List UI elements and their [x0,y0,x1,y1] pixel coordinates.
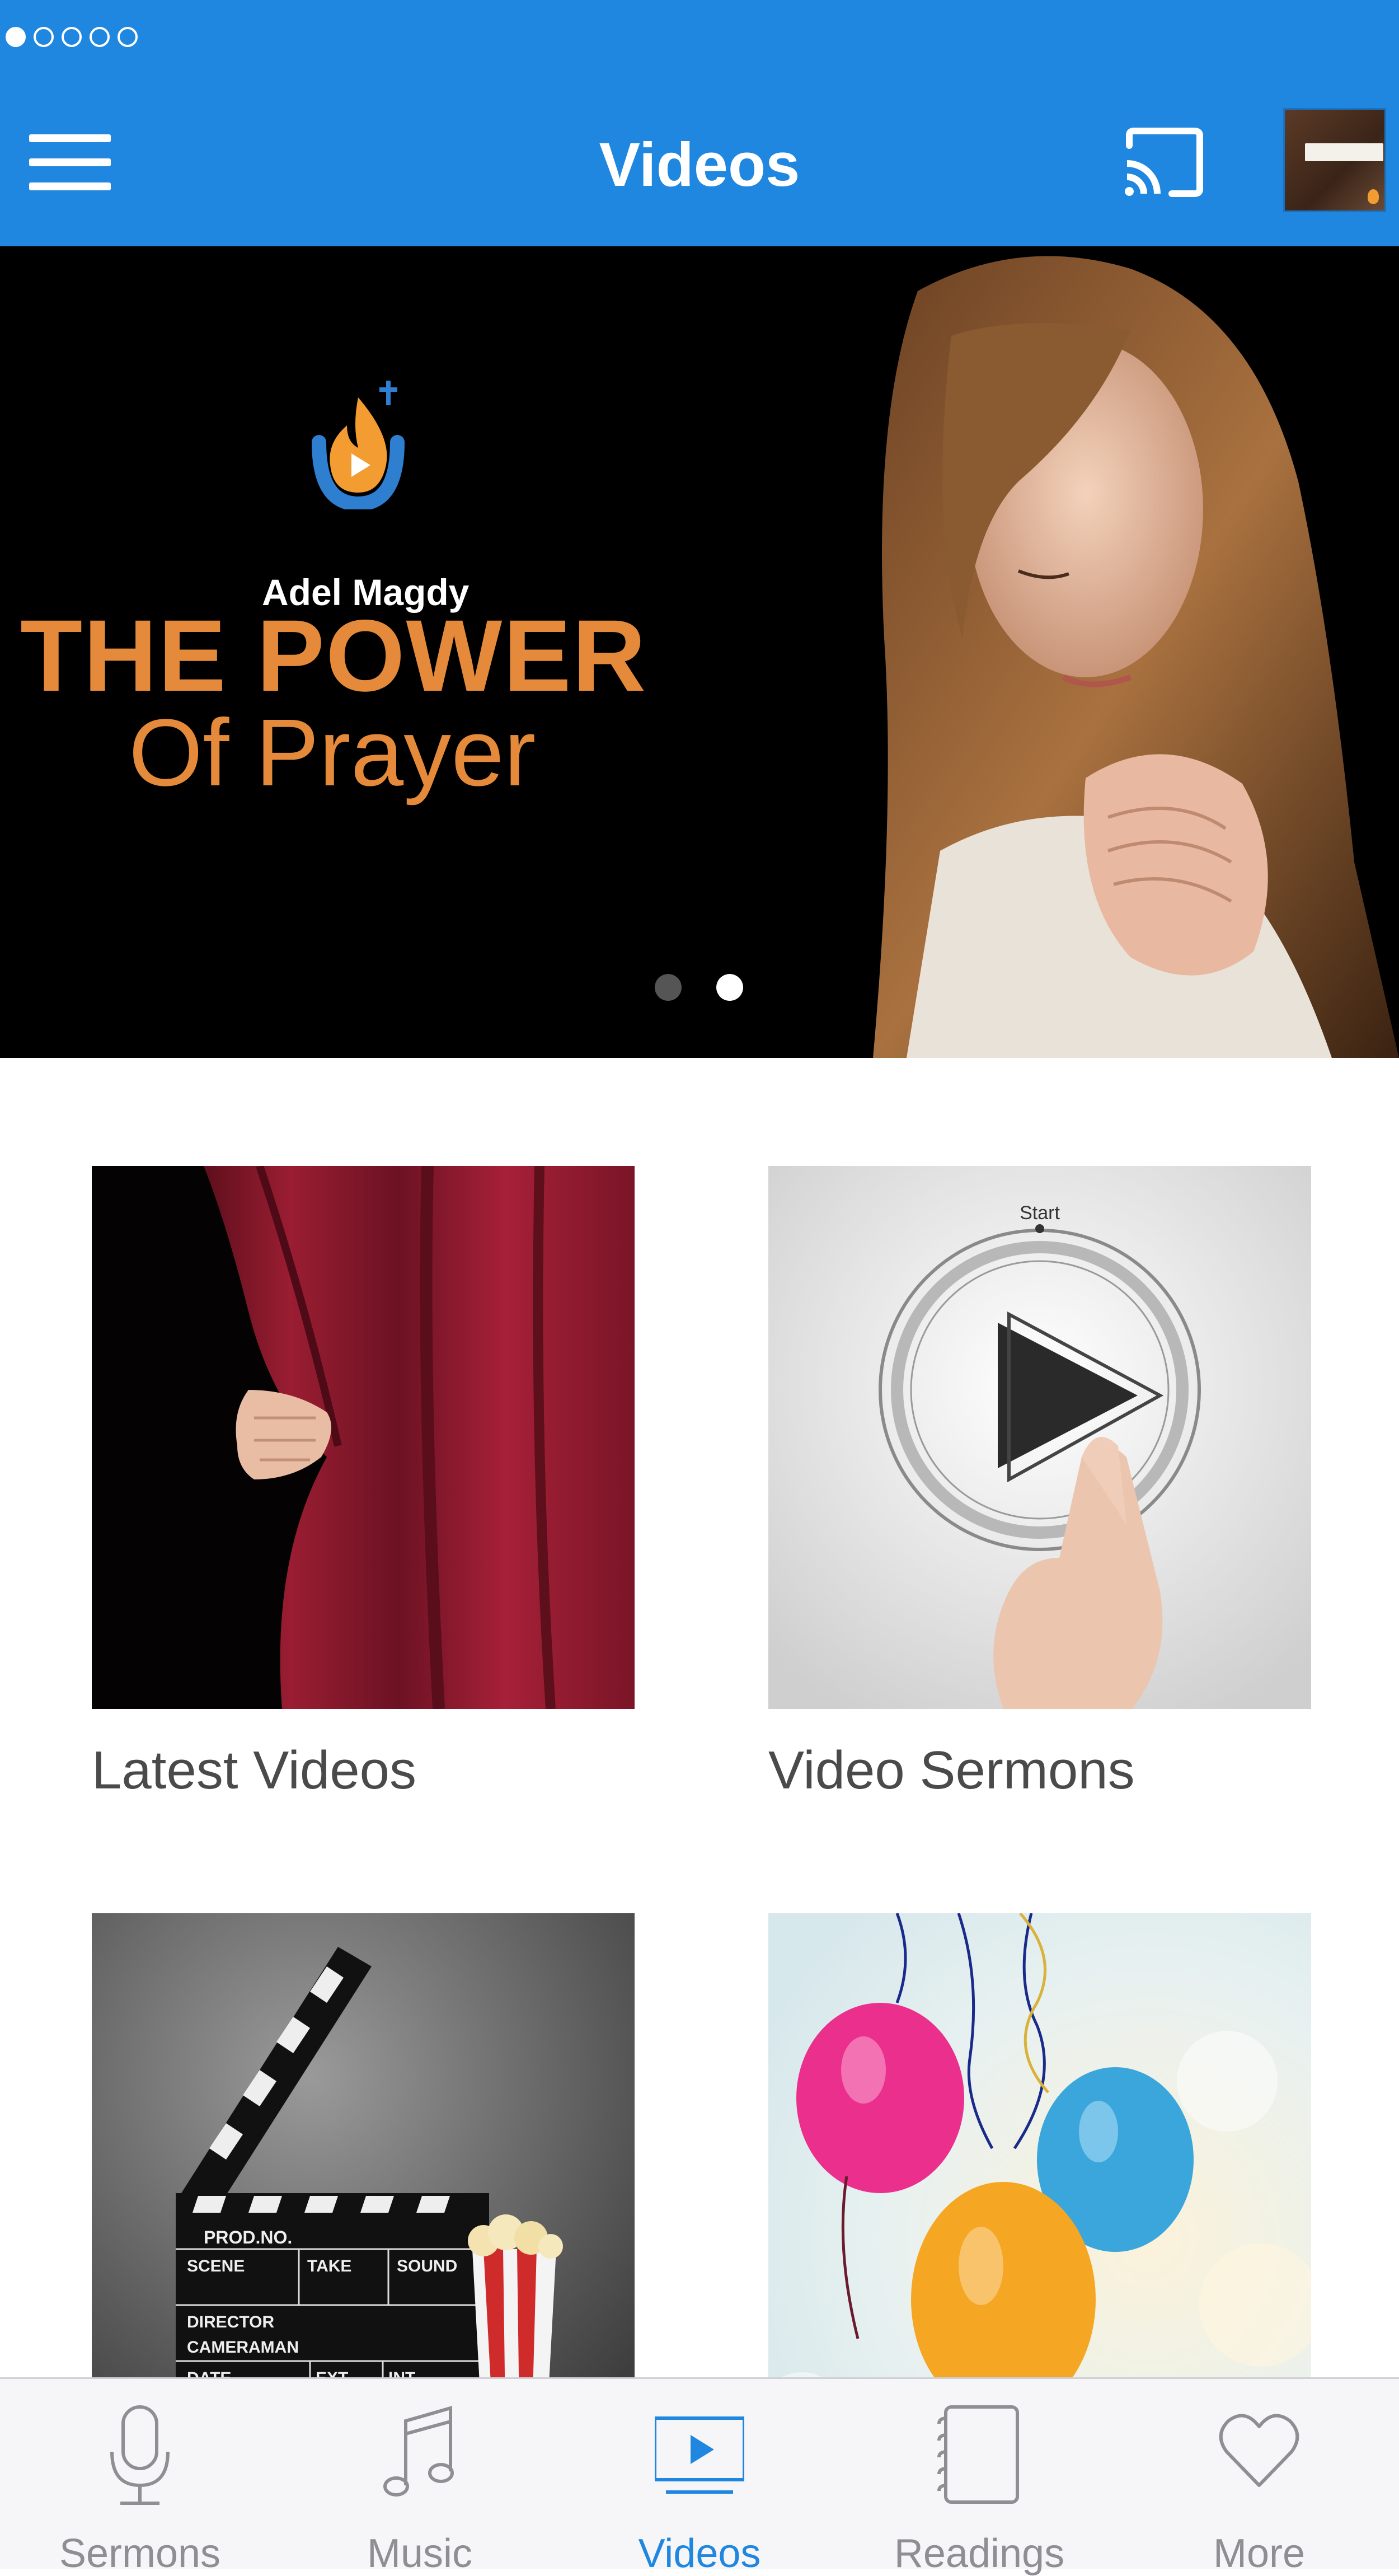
featured-banner[interactable]: Adel Magdy THE POWER Of Prayer [0,246,1399,1058]
tab-readings[interactable]: Readings [839,2379,1119,2574]
svg-text:SOUND: SOUND [397,2257,457,2275]
banner-headline: THE POWER [20,598,647,713]
navigation-bar: Videos [0,84,1399,246]
tab-label: Videos [638,2531,761,2576]
now-playing-thumbnail[interactable] [1285,110,1384,210]
page-dot[interactable] [655,974,682,1001]
bottom-tab-bar: Sermons Music Videos Readings More [0,2377,1399,2574]
latest-videos-tile[interactable] [92,1166,635,1709]
play-button-image: Start [768,1166,1311,1709]
tab-videos[interactable]: Videos [560,2379,839,2574]
svg-text:SCENE: SCENE [187,2257,245,2275]
balloons-image [768,1913,1311,2456]
tab-label: Readings [894,2531,1065,2576]
curtain-image [92,1166,635,1709]
video-sermons-tile[interactable]: Start [768,1166,1311,1709]
category-label: Video Sermons [768,1740,1135,1800]
svg-text:TAKE: TAKE [307,2257,351,2275]
svg-text:DIRECTOR: DIRECTOR [187,2313,274,2331]
category-label: Latest Videos [92,1740,416,1800]
video-player-icon [655,2416,744,2494]
heart-icon [1219,2414,1299,2487]
microphone-icon [110,2405,170,2505]
tab-label: Music [367,2531,472,2576]
tab-more[interactable]: More [1119,2379,1399,2574]
banner-subline: Of Prayer [129,700,536,806]
carousel-page-indicator[interactable] [655,974,743,1001]
film-clapperboard-tile[interactable]: PROD.NO. SCENE TAKE SOUND DIRECTOR CAMER… [92,1913,635,2456]
tab-label: Sermons [59,2531,221,2576]
svg-text:PROD.NO.: PROD.NO. [204,2227,292,2247]
cast-icon[interactable] [1118,123,1209,202]
tab-sermons[interactable]: Sermons [0,2379,280,2574]
clapperboard-image: PROD.NO. SCENE TAKE SOUND DIRECTOR CAMER… [92,1913,635,2456]
notebook-icon [937,2405,1019,2504]
page-dot-active[interactable] [716,974,743,1001]
music-note-icon [383,2406,454,2497]
svg-text:CAMERAMAN: CAMERAMAN [187,2338,299,2357]
celebration-balloons-tile[interactable] [768,1913,1311,2456]
praying-girl-photo [705,246,1399,1058]
status-bar [0,0,1399,84]
church-logo-icon [312,381,405,509]
svg-text:Start: Start [1020,1202,1060,1224]
tab-label: More [1213,2531,1306,2576]
tab-music[interactable]: Music [280,2379,560,2574]
signal-strength-icon [6,27,138,47]
